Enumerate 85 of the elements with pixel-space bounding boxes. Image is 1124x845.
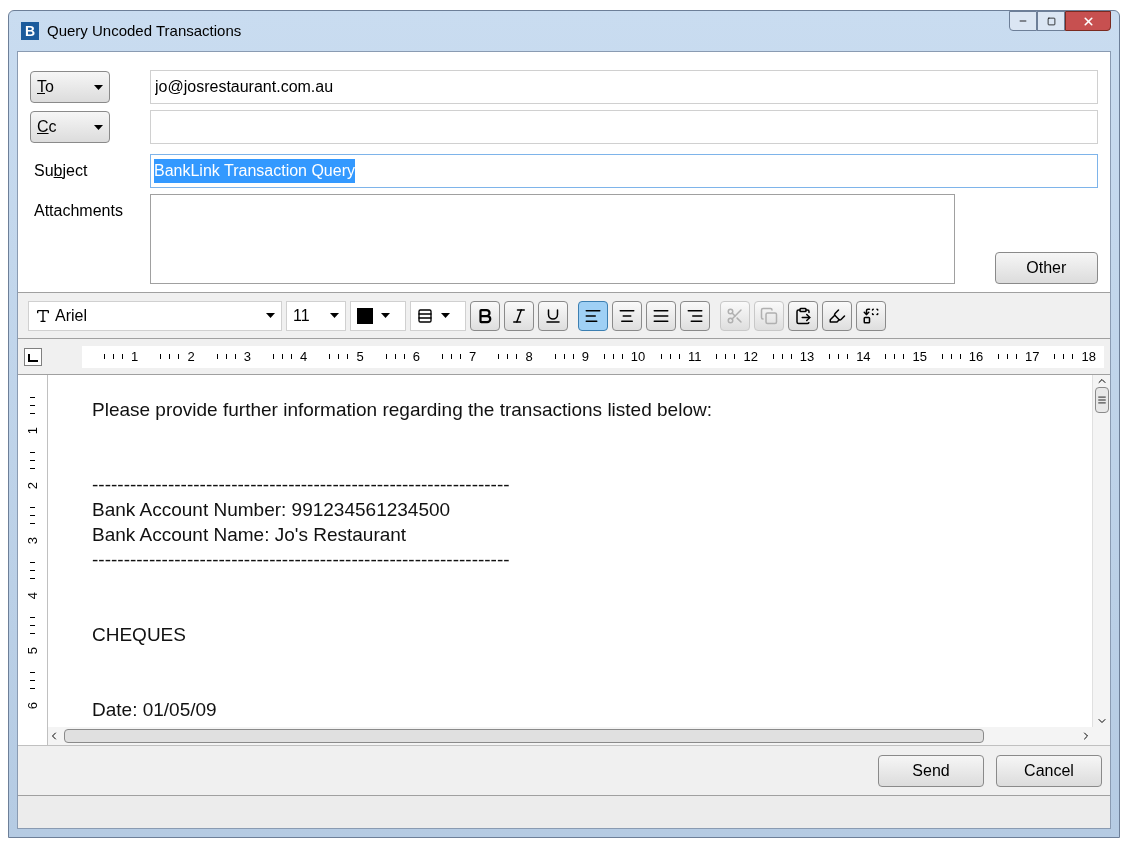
ruler-number: 10 <box>630 347 646 366</box>
ruler-number: 5 <box>23 646 41 654</box>
ruler-number: 2 <box>23 481 41 489</box>
body-text: ------------------------------------------------------------------ <box>92 473 511 497</box>
ruler-number: 4 <box>23 591 41 599</box>
maximize-button[interactable] <box>1037 11 1065 31</box>
ruler-number: 1 <box>131 347 139 366</box>
attachments-list[interactable] <box>150 194 955 284</box>
other-button[interactable]: Other <box>994 252 1098 284</box>
ruler-number: 3 <box>243 347 251 366</box>
recipient-field[interactable]: jo@josrestaurant.com.au <box>150 70 1098 104</box>
ruler-number: 15 <box>912 347 927 366</box>
cut-icon <box>726 306 744 325</box>
recipient-type-dropdown[interactable]: To <box>30 71 110 103</box>
paste-icon <box>794 306 812 325</box>
minimize-button[interactable] <box>1009 11 1037 31</box>
underline-icon <box>544 306 562 325</box>
ruler-number: 14 <box>856 347 871 366</box>
ruler-number: 8 <box>525 347 533 366</box>
ruler-number: 6 <box>23 701 41 709</box>
ruler-number: 3 <box>23 536 41 544</box>
ruler-number: 6 <box>412 347 420 366</box>
recipient-type-dropdown[interactable]: Cc <box>30 111 110 143</box>
caret-icon <box>381 313 390 318</box>
paste-button[interactable] <box>788 300 818 331</box>
border-dropdown[interactable] <box>410 300 466 331</box>
body-text: ------------------------------------------------------------------ <box>92 548 511 572</box>
color-swatch <box>357 307 373 324</box>
horizontal-scrollbar[interactable] <box>48 727 1110 745</box>
highlight-icon <box>828 306 846 325</box>
caret-icon <box>266 313 275 318</box>
ruler-number: 9 <box>581 347 589 366</box>
bold-icon <box>476 306 494 325</box>
align-right-button[interactable] <box>680 300 710 331</box>
body-text: Please provide further information regarding the transactions listed below: <box>92 398 713 422</box>
font-size-dropdown[interactable]: 11 <box>286 300 346 331</box>
vertical-scrollbar[interactable] <box>1092 375 1110 727</box>
font-icon <box>35 307 51 324</box>
ruler-number: 2 <box>187 347 195 366</box>
ruler-number: 11 <box>688 347 702 366</box>
ruler-number: 5 <box>356 347 364 366</box>
ruler-number: 4 <box>300 347 308 366</box>
highlight-button[interactable] <box>822 300 852 331</box>
scroll-thumb[interactable] <box>64 729 984 743</box>
underline-button[interactable] <box>538 300 568 331</box>
body-text: Bank Account Name: Jo's Restaurant <box>92 523 408 547</box>
recipient-field[interactable] <box>150 110 1098 144</box>
bold-button[interactable] <box>470 300 500 331</box>
font-dropdown[interactable]: Ariel <box>28 300 282 331</box>
body-text: Date: 01/05/09 <box>92 698 218 722</box>
ruler-number: 17 <box>1025 347 1040 366</box>
ruler-number: 1 <box>23 426 41 434</box>
caret-icon <box>441 313 450 318</box>
send-button[interactable]: Send <box>878 754 984 787</box>
caret-icon <box>330 313 339 318</box>
ruler-number: 18 <box>1081 347 1096 366</box>
maximize-icon <box>1046 16 1056 26</box>
scroll-thumb[interactable] <box>1094 387 1109 413</box>
italic-button[interactable] <box>504 300 534 331</box>
caret-icon <box>94 124 103 130</box>
italic-icon <box>510 306 528 325</box>
app-icon: B <box>21 22 39 40</box>
body-text: Bank Account Number: 991234561234500 <box>92 498 452 522</box>
grip-icon <box>1096 395 1107 405</box>
close-icon <box>1081 14 1095 28</box>
tab-stop-icon[interactable] <box>24 347 42 366</box>
replace-button[interactable] <box>856 300 886 331</box>
attachments-label: Attachments <box>33 201 124 221</box>
ruler-number: 16 <box>968 347 984 366</box>
ruler-number: 7 <box>469 347 477 366</box>
copy-icon <box>760 306 778 325</box>
text-color-dropdown[interactable] <box>350 300 406 331</box>
ruler-number: 12 <box>743 347 758 366</box>
replace-icon <box>862 306 880 325</box>
cancel-button[interactable]: Cancel <box>996 754 1102 787</box>
caret-icon <box>94 84 103 90</box>
align-left-button[interactable] <box>578 300 608 331</box>
body-text: CHEQUES <box>92 623 187 647</box>
ruler-number: 13 <box>799 347 815 366</box>
border-icon <box>417 307 433 324</box>
close-button[interactable] <box>1065 11 1111 31</box>
window-title: Query Uncoded Transactions <box>47 20 242 41</box>
align-center-button[interactable] <box>612 300 642 331</box>
subject-label: Subject <box>33 161 89 181</box>
justify-button[interactable] <box>646 300 676 331</box>
